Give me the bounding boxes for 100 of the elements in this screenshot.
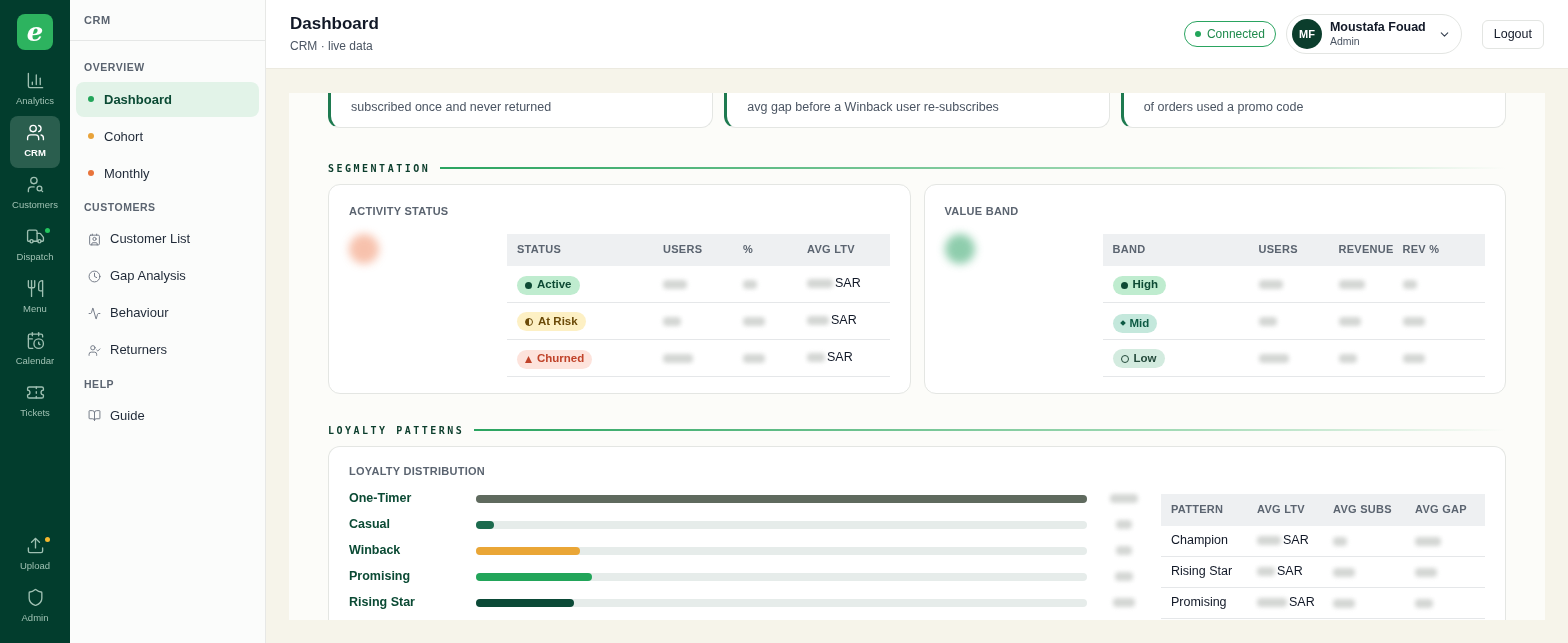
blurred-value (1402, 279, 1417, 289)
rail-item[interactable]: Upload (10, 529, 60, 581)
blurred-value (743, 316, 765, 326)
currency-unit: SAR (1277, 563, 1303, 581)
pulse-icon (88, 306, 101, 320)
sidebar-item[interactable]: Gap Analysis (76, 258, 259, 294)
logout-button[interactable]: Logout (1481, 19, 1544, 49)
triangle-icon (525, 355, 532, 363)
rail-item[interactable]: Customers (10, 168, 60, 220)
column-header: USERS (663, 242, 704, 258)
section-label: OVERVIEW (83, 60, 146, 75)
pattern-name: Champion (1171, 532, 1229, 550)
blurred-value (807, 279, 833, 288)
sidebar-item[interactable]: Returners (76, 332, 259, 368)
blurred-value (1338, 279, 1365, 289)
column-header: % (743, 242, 755, 258)
blurred-value (807, 316, 829, 325)
column-header: AVG GAP (1415, 502, 1468, 518)
rail-item[interactable]: Tickets (10, 376, 60, 428)
rail-label: Admin (21, 611, 49, 626)
sidebar-label: Customer List (110, 230, 191, 249)
rail-label: Tickets (20, 406, 50, 421)
rail-item[interactable]: Calendar (10, 324, 60, 376)
status-badge: Mid (1112, 313, 1158, 333)
section-heading: SEGMENTATION (328, 161, 431, 176)
blurred-value (663, 353, 693, 363)
pattern-label: One-Timer (349, 490, 413, 508)
rail-label: CRM (24, 146, 46, 161)
blurred-value (1115, 572, 1133, 581)
blurred-value (1257, 598, 1287, 607)
column-header: AVG LTV (807, 242, 856, 258)
card-title: LOYALTY DISTRIBUTION (349, 464, 487, 479)
sidebar-title: CRM (84, 12, 111, 28)
upload-icon (25, 536, 45, 556)
rail-item[interactable]: Analytics (10, 64, 60, 116)
pattern-name: Rising Star (1171, 563, 1234, 581)
utensils-icon (25, 279, 45, 299)
sidebar-label: Gap Analysis (110, 267, 186, 286)
column-header: BAND (1112, 242, 1147, 258)
book-icon (88, 409, 101, 423)
blurred-value (1258, 279, 1283, 289)
pattern-label: Casual (349, 516, 391, 534)
sidebar-item[interactable]: Monthly (76, 155, 259, 191)
blurred-value (743, 353, 765, 363)
blurred-value (1402, 353, 1425, 363)
blurred-value (1415, 536, 1441, 546)
blurred-value (807, 353, 825, 362)
currency-unit: SAR (835, 275, 861, 293)
sidebar-item[interactable]: Dashboard (76, 81, 259, 117)
blurred-value (1333, 598, 1355, 608)
rail-item[interactable]: Admin (10, 581, 60, 633)
card-title: ACTIVITY STATUS (349, 204, 450, 219)
sidebar-item[interactable]: Customer List (76, 221, 259, 257)
blurred-value (1110, 494, 1138, 503)
sidebar-item[interactable]: Behaviour (76, 295, 259, 331)
column-header: USERS (1258, 242, 1299, 258)
rail-item[interactable]: CRM (10, 116, 60, 168)
kpi-caption: of orders used a promo code (1143, 100, 1304, 114)
section-label: CUSTOMERS (83, 199, 157, 215)
blurred-value (1415, 567, 1437, 577)
sidebar-label: Behaviour (110, 304, 169, 323)
blurred-value (1402, 316, 1425, 326)
status-badge: Churned (517, 349, 593, 369)
column-header: PATTERN (1171, 502, 1225, 518)
clock-icon (88, 269, 101, 283)
pattern-label: Promising (349, 568, 412, 586)
page-title: Dashboard (290, 12, 379, 35)
rail-item[interactable]: Dispatch (10, 220, 60, 272)
blurred-value (1258, 353, 1289, 363)
rail-label: Analytics (16, 94, 54, 109)
blurred-value (1338, 353, 1357, 363)
currency-unit: SAR (1289, 594, 1315, 612)
currency-unit: SAR (827, 349, 853, 367)
column-header: AVG LTV (1257, 502, 1306, 518)
rail-item[interactable]: Menu (10, 272, 60, 324)
pattern-label: Rising Star (349, 594, 416, 612)
status-badge: High (1112, 275, 1167, 295)
pattern-name: Promising (1171, 594, 1228, 612)
sidebar-item[interactable]: Guide (76, 398, 259, 434)
kpi-caption: subscribed once and never returned (351, 100, 552, 114)
sidebar-item[interactable]: Cohort (76, 118, 259, 154)
contact-card-icon (88, 232, 101, 246)
pattern-label: Winback (349, 542, 402, 560)
user-check-icon (88, 343, 101, 357)
user-name: Moustafa Fouad (1329, 19, 1426, 36)
blurred-value (1415, 598, 1433, 608)
avatar: MF (1291, 19, 1322, 49)
rail-label: Calendar (15, 354, 55, 369)
section-label: HELP (83, 376, 116, 392)
column-header: REV % (1402, 242, 1441, 258)
status-badge: Active (517, 275, 580, 295)
blurred-value (663, 279, 687, 289)
column-header: REVENUE (1338, 242, 1395, 258)
blurred-value (1116, 520, 1132, 529)
blurred-chart (349, 233, 379, 264)
currency-unit: SAR (1283, 532, 1309, 550)
blurred-value (1258, 316, 1277, 326)
rail-label: Customers (12, 198, 58, 213)
status-badge: Low (1112, 349, 1165, 368)
user-search-icon (25, 175, 45, 195)
